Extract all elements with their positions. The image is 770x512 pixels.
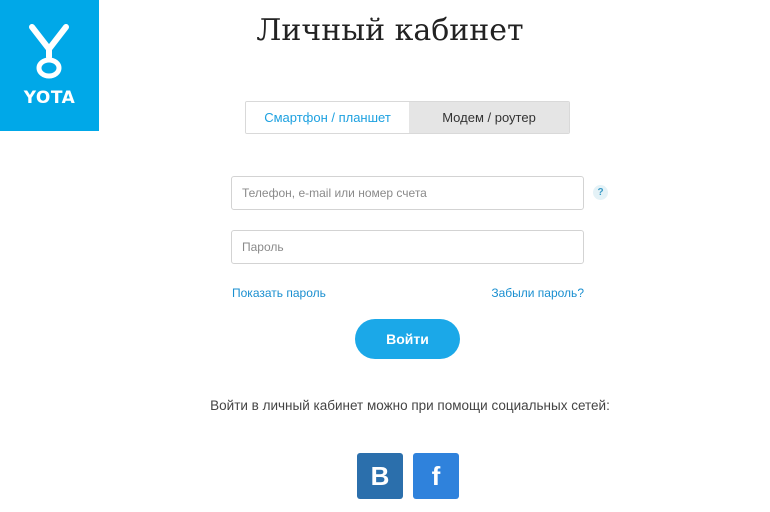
tab-smartphone-tablet[interactable]: Смартфон / планшет (246, 102, 409, 133)
facebook-icon[interactable]: f (413, 453, 459, 499)
page-title: Личный кабинет (256, 13, 524, 48)
show-password-link[interactable]: Показать пароль (232, 286, 326, 300)
social-login-text: Войти в личный кабинет можно при помощи … (210, 398, 610, 413)
yota-logo-icon (29, 24, 69, 79)
login-button[interactable]: Войти (355, 319, 460, 359)
vk-icon[interactable]: B (357, 453, 403, 499)
tab-modem-router[interactable]: Модем / роутер (409, 102, 569, 133)
forgot-password-link[interactable]: Забыли пароль? (491, 286, 584, 300)
login-page: YOTA Личный кабинет Смартфон / планшет М… (0, 0, 770, 512)
device-tabs: Смартфон / планшет Модем / роутер (245, 101, 570, 134)
question-icon[interactable]: ? (593, 185, 608, 200)
login-input[interactable] (231, 176, 584, 210)
yota-logo[interactable]: YOTA (0, 0, 99, 131)
logo-text: YOTA (23, 88, 76, 108)
password-input[interactable] (231, 230, 584, 264)
